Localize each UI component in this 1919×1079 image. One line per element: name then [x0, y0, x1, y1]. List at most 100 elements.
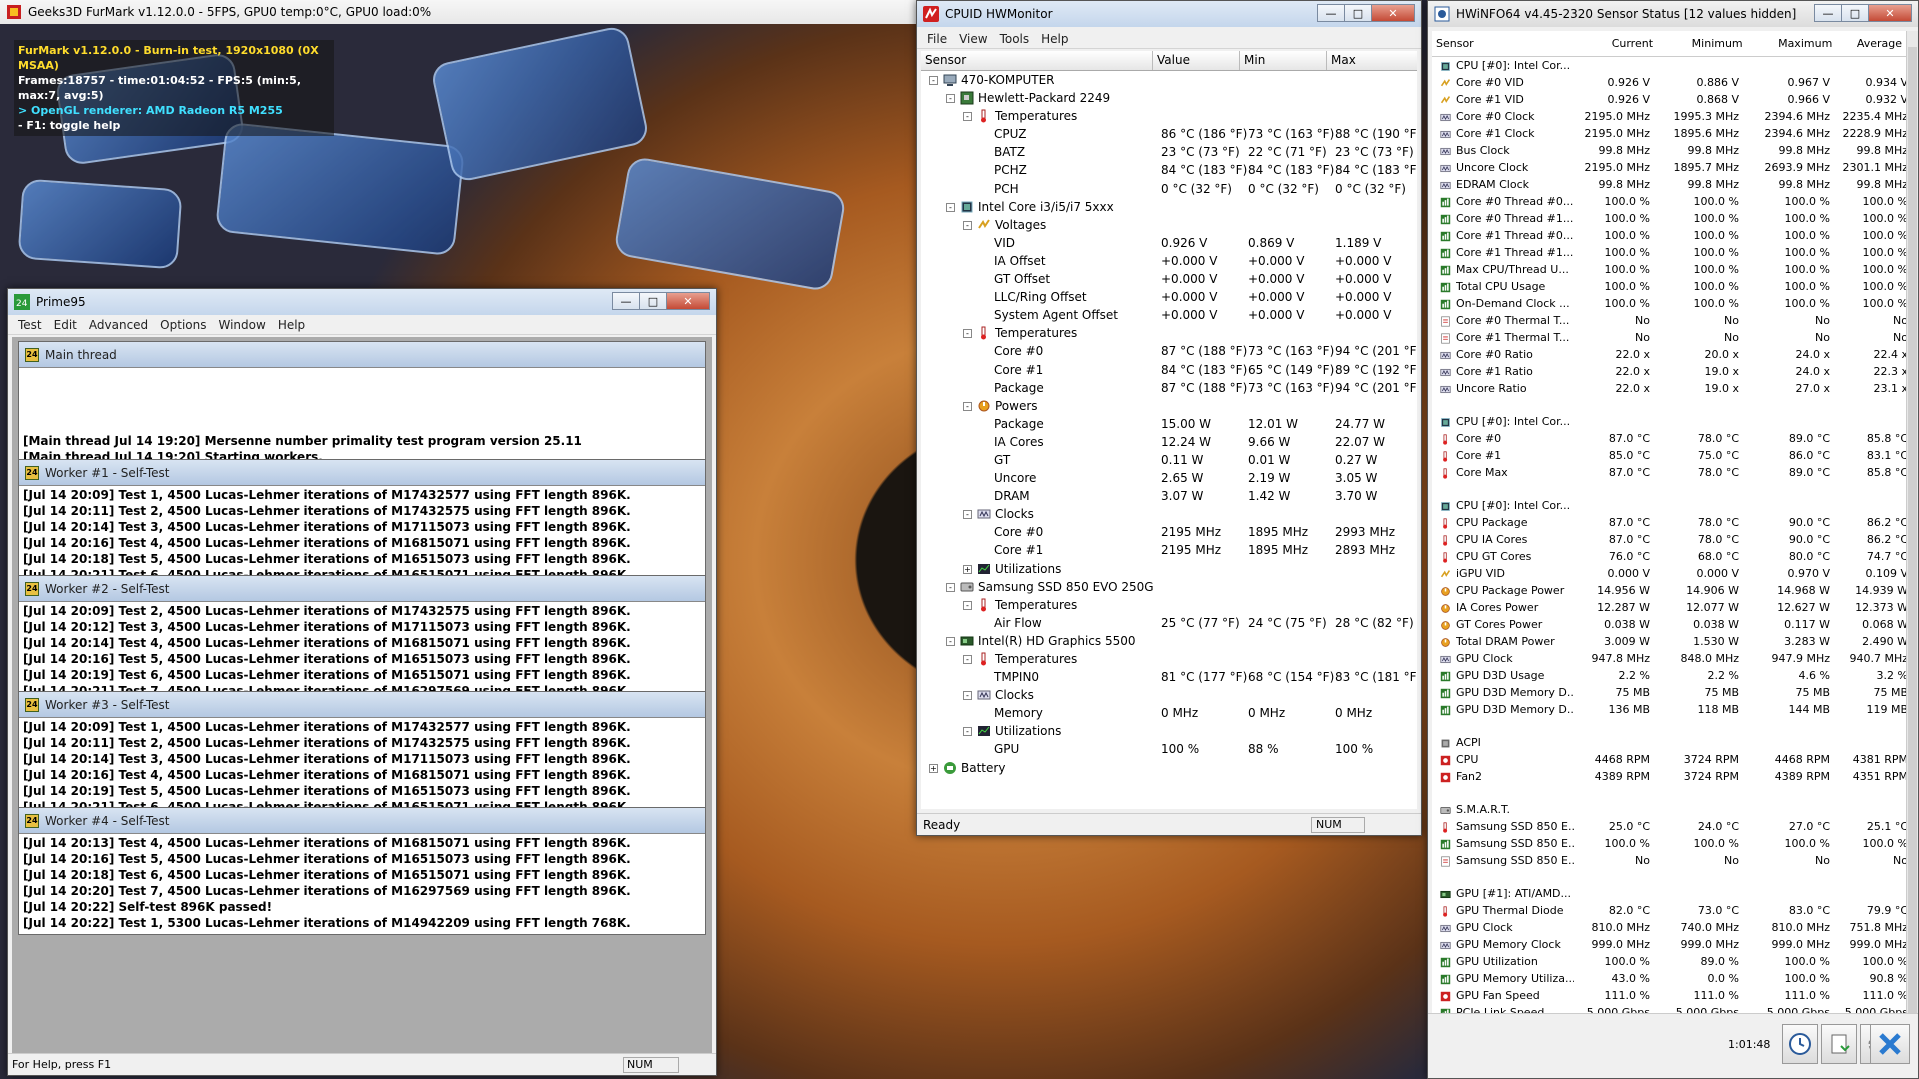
- tree-node[interactable]: - 470-KOMPUTER: [921, 71, 1417, 89]
- column-min[interactable]: Min: [1240, 51, 1327, 70]
- sensor-row[interactable]: Total DRAM Power 3.009 W 1.530 W 3.283 W 2.4…: [1432, 633, 1906, 650]
- sensor-row[interactable]: BATZ 23 °C (73 °F) 22 °C (71 °F) 23 °C (73 …: [921, 143, 1417, 161]
- sensor-row[interactable]: GPU D3D Memory D... 136 MB 118 MB 144 MB 119…: [1432, 701, 1906, 718]
- sensor-group-header[interactable]: CPU [#0]: Intel Cor...: [1432, 497, 1906, 514]
- sensor-row[interactable]: Air Flow 25 °C (77 °F) 24 °C (75 °F) 28 °C …: [921, 614, 1417, 632]
- sensor-group-header[interactable]: CPU [#0]: Intel Cor...: [1432, 413, 1906, 430]
- sensor-row[interactable]: GPU Clock 810.0 MHz 740.0 MHz 810.0 MHz 751.…: [1432, 919, 1906, 936]
- sensor-row[interactable]: GPU Fan Speed 111.0 % 111.0 % 111.0 % 111.0 …: [1432, 987, 1906, 1004]
- collapse-toggle[interactable]: -: [946, 636, 955, 646]
- collapse-toggle[interactable]: -: [963, 329, 972, 339]
- sensor-row[interactable]: Max CPU/Thread U... 100.0 % 100.0 % 100.0 %…: [1432, 261, 1906, 278]
- hwmonitor-titlebar[interactable]: CPUID HWMonitor — □ ✕: [917, 1, 1421, 27]
- sensor-row[interactable]: Samsung SSD 850 E... 25.0 °C 24.0 °C 27.0 °…: [1432, 818, 1906, 835]
- prime95-subwindow[interactable]: 24 Worker #1 - Self-Test [Jul 14 20:09] Te…: [18, 459, 706, 587]
- tree-node[interactable]: - Temperatures: [921, 324, 1417, 342]
- maximize-button[interactable]: □: [639, 292, 667, 310]
- sensor-row[interactable]: CPU Package 87.0 °C 78.0 °C 90.0 °C 86.2 °C: [1432, 514, 1906, 531]
- furmark-titlebar[interactable]: Geeks3D FurMark v1.12.0.0 - 5FPS, GPU0 t…: [0, 0, 918, 24]
- sensor-row[interactable]: DRAM 3.07 W 1.42 W 3.70 W: [921, 487, 1417, 505]
- sensor-row[interactable]: GPU Memory Utiliza... 43.0 % 0.0 % 100.0 % 9…: [1432, 970, 1906, 987]
- collapse-toggle[interactable]: -: [963, 510, 972, 520]
- column-average[interactable]: Average: [1836, 31, 1906, 56]
- sensor-row[interactable]: Core #0 VID 0.926 V 0.886 V 0.967 V 0.934 V: [1432, 74, 1906, 91]
- hwmonitor-tree[interactable]: -470-KOMPUTER - Hewlett-Packard 2249- Tempe…: [921, 71, 1417, 809]
- furmark-window[interactable]: Geeks3D FurMark v1.12.0.0 - 5FPS, GPU0 t…: [0, 0, 918, 292]
- vertical-scrollbar[interactable]: [1906, 31, 1918, 1027]
- sensor-row[interactable]: Core #0 Thermal T... No No No No: [1432, 312, 1906, 329]
- sensor-row[interactable]: Core #0 87.0 °C 78.0 °C 89.0 °C 85.8 °C: [1432, 430, 1906, 447]
- minimize-button[interactable]: —: [1317, 4, 1345, 22]
- sensor-row[interactable]: Memory 0 MHz 0 MHz 0 MHz: [921, 704, 1417, 722]
- tree-node[interactable]: + Utilizations: [921, 560, 1417, 578]
- collapse-toggle[interactable]: -: [963, 220, 972, 230]
- sensor-row[interactable]: GPU Clock 947.8 MHz 848.0 MHz 947.9 MHz 940.…: [1432, 650, 1906, 667]
- collapse-toggle[interactable]: -: [946, 202, 955, 212]
- close-button[interactable]: ✕: [666, 292, 710, 310]
- sensor-row[interactable]: VID 0.926 V 0.869 V 1.189 V: [921, 234, 1417, 252]
- sensor-row[interactable]: Core #1 Thermal T... No No No No: [1432, 329, 1906, 346]
- sensor-row[interactable]: CPU 4468 RPM 3724 RPM 4468 RPM 4381 RPM: [1432, 751, 1906, 768]
- menu-test[interactable]: Test: [12, 318, 48, 332]
- collapse-toggle[interactable]: -: [963, 655, 972, 664]
- maximize-button[interactable]: □: [1344, 4, 1372, 22]
- collapse-toggle[interactable]: -: [963, 401, 972, 411]
- hwmonitor-window[interactable]: CPUID HWMonitor — □ ✕ File View Tools He…: [916, 0, 1422, 836]
- collapse-toggle[interactable]: -: [963, 727, 972, 737]
- sensor-row[interactable]: Package 87 °C (188 °F) 73 °C (163 °F) 94 °C…: [921, 379, 1417, 397]
- sensor-row[interactable]: Core Max 87.0 °C 78.0 °C 89.0 °C 85.8 °C: [1432, 464, 1906, 481]
- tree-node[interactable]: - Temperatures: [921, 596, 1417, 614]
- sensor-row[interactable]: Core #0 Thread #1... 100.0 % 100.0 % 100.0 …: [1432, 210, 1906, 227]
- subwindow-titlebar[interactable]: 24 Worker #4 - Self-Test: [19, 808, 705, 834]
- tree-node[interactable]: - Powers: [921, 397, 1417, 415]
- sensor-row[interactable]: EDRAM Clock 99.8 MHz 99.8 MHz 99.8 MHz 99.8 …: [1432, 176, 1906, 193]
- sensor-row[interactable]: Core #1 84 °C (183 °F) 65 °C (149 °F) 89 °C…: [921, 361, 1417, 379]
- sensor-row[interactable]: iGPU VID 0.000 V 0.000 V 0.970 V 0.109 V: [1432, 565, 1906, 582]
- close-button[interactable]: ✕: [1868, 4, 1912, 22]
- scrollbar-thumb[interactable]: [1908, 47, 1917, 1027]
- column-value[interactable]: Value: [1153, 51, 1240, 70]
- tree-node[interactable]: - Temperatures: [921, 107, 1417, 125]
- menu-help[interactable]: Help: [272, 318, 311, 332]
- collapse-toggle[interactable]: -: [963, 600, 972, 610]
- sensor-row[interactable]: Total CPU Usage 100.0 % 100.0 % 100.0 % 100.…: [1432, 278, 1906, 295]
- tree-node[interactable]: + Battery: [921, 759, 1417, 777]
- menu-options[interactable]: Options: [154, 318, 212, 332]
- minimize-button[interactable]: —: [612, 292, 640, 310]
- sensor-row[interactable]: Core #1 Thread #0... 100.0 % 100.0 % 100.0 …: [1432, 227, 1906, 244]
- sensor-row[interactable]: Samsung SSD 850 E... 100.0 % 100.0 % 100.0 …: [1432, 835, 1906, 852]
- sensor-row[interactable]: TMPIN0 81 °C (177 °F) 68 °C (154 °F) 83 °C …: [921, 668, 1417, 686]
- column-current[interactable]: Current: [1581, 31, 1657, 56]
- sensor-row[interactable]: Fan2 4389 RPM 3724 RPM 4389 RPM 4351 RPM: [1432, 768, 1906, 785]
- sensor-row[interactable]: Core #0 2195 MHz 1895 MHz 2993 MHz: [921, 523, 1417, 541]
- sensor-row[interactable]: Core #0 Clock 2195.0 MHz 1995.3 MHz 2394.6 …: [1432, 108, 1906, 125]
- hwinfo-sensor-list[interactable]: CPU [#0]: Intel Cor... Core #0 VID 0.926 V…: [1432, 57, 1906, 1015]
- tree-node[interactable]: - Clocks: [921, 505, 1417, 523]
- sensor-row[interactable]: GT Cores Power 0.038 W 0.038 W 0.117 W 0.068…: [1432, 616, 1906, 633]
- subwindow-titlebar[interactable]: 24 Worker #3 - Self-Test: [19, 692, 705, 718]
- tree-node[interactable]: - Clocks: [921, 686, 1417, 704]
- prime95-subwindow[interactable]: 24 Worker #2 - Self-Test [Jul 14 20:09] Te…: [18, 575, 706, 703]
- sensor-row[interactable]: GPU Thermal Diode 82.0 °C 73.0 °C 83.0 °C 79…: [1432, 902, 1906, 919]
- collapse-toggle[interactable]: -: [963, 112, 972, 122]
- subwindow-titlebar[interactable]: 24 Worker #1 - Self-Test: [19, 460, 705, 486]
- sensor-row[interactable]: Package 15.00 W 12.01 W 24.77 W: [921, 415, 1417, 433]
- prime95-subwindow[interactable]: 24 Worker #3 - Self-Test [Jul 14 20:09] Te…: [18, 691, 706, 819]
- column-minimum[interactable]: Minimum: [1657, 31, 1747, 56]
- collapse-toggle[interactable]: -: [946, 582, 955, 592]
- clock-button[interactable]: [1782, 1024, 1818, 1064]
- expand-toggle[interactable]: +: [929, 763, 938, 773]
- sensor-row[interactable]: Samsung SSD 850 E... No No No No: [1432, 852, 1906, 869]
- sensor-group-header[interactable]: ACPI: [1432, 734, 1906, 751]
- sensor-group-header[interactable]: S.M.A.R.T.: [1432, 801, 1906, 818]
- sensor-row[interactable]: IA Cores 12.24 W 9.66 W 22.07 W: [921, 433, 1417, 451]
- tree-node[interactable]: - Voltages: [921, 216, 1417, 234]
- sensor-row[interactable]: Core #1 2195 MHz 1895 MHz 2893 MHz: [921, 541, 1417, 559]
- sensor-row[interactable]: GPU D3D Memory D... 75 MB 75 MB 75 MB 75 MB: [1432, 684, 1906, 701]
- column-sensor[interactable]: Sensor: [1432, 31, 1581, 56]
- sensor-group-header[interactable]: GPU [#1]: ATI/AMD...: [1432, 885, 1906, 902]
- subwindow-titlebar[interactable]: 24 Worker #2 - Self-Test: [19, 576, 705, 602]
- hwinfo-window[interactable]: HWiNFO64 v4.45-2320 Sensor Status [12 va…: [1427, 0, 1919, 1079]
- sensor-row[interactable]: Core #0 Thread #0... 100.0 % 100.0 % 100.0 …: [1432, 193, 1906, 210]
- sensor-row[interactable]: Core #0 Ratio 22.0 x 20.0 x 24.0 x 22.4 x: [1432, 346, 1906, 363]
